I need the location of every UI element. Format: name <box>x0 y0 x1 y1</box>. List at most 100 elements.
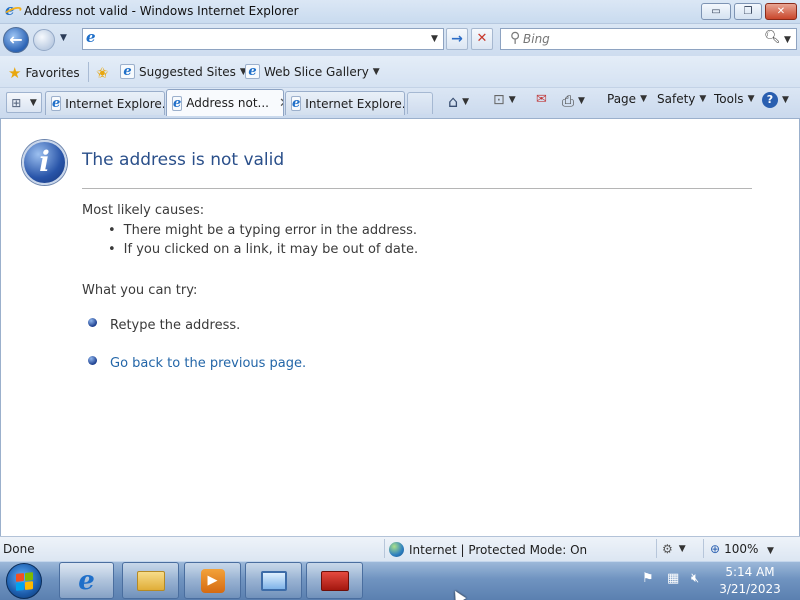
new-tab-button[interactable] <box>407 92 433 114</box>
back-button[interactable]: ← <box>3 27 29 53</box>
page-icon: e <box>51 96 62 111</box>
divider <box>384 539 385 558</box>
clock-time: 5:14 AM <box>725 565 775 579</box>
ie-logo-icon: e <box>3 1 23 20</box>
quick-tabs-button[interactable]: ⊞ ▼ <box>6 92 42 113</box>
page-icon: e <box>120 64 135 79</box>
page-icon: e <box>86 28 96 46</box>
chevron-down-icon: ▼ <box>372 66 380 77</box>
maximize-button[interactable]: ❐ <box>734 3 762 20</box>
tools-menu-button[interactable]: Tools ▼ <box>714 92 754 106</box>
clock-date: 3/21/2023 <box>719 582 781 596</box>
add-to-favorites-bar-button[interactable]: ✬ <box>96 64 109 82</box>
tab-1[interactable]: e Internet Explore... <box>45 91 165 115</box>
cause-item: If you clicked on a link, it may be out … <box>108 242 418 257</box>
bullet-icon <box>88 356 97 365</box>
chevron-down-icon: ▼ <box>640 94 647 104</box>
taskbar <box>0 561 800 600</box>
chevron-down-icon: ▼ <box>578 96 585 106</box>
action-center-flag-icon[interactable]: ⚑ <box>642 571 654 586</box>
change-status-bar-button[interactable]: ⚙ ▼ <box>662 542 686 556</box>
chevron-down-icon: ▼ <box>508 95 516 105</box>
go-back-link[interactable]: Go back to the previous page. <box>110 356 306 371</box>
help-button[interactable]: ? ▼ <box>762 92 789 108</box>
home-icon: ⌂ <box>448 92 459 111</box>
address-bar[interactable]: e ▼ <box>82 28 444 50</box>
info-icon: i <box>22 140 67 185</box>
divider <box>88 62 89 82</box>
internet-explorer-icon: e <box>78 565 95 596</box>
address-input[interactable] <box>103 31 423 47</box>
page-menu-button[interactable]: Page ▼ <box>607 92 647 106</box>
taskbar-internet-explorer[interactable]: e <box>59 562 114 599</box>
system-clock[interactable]: 5:14 AM 3/21/2023 <box>710 564 790 598</box>
suggested-sites-link[interactable]: e Suggested Sites ▼ <box>120 64 247 79</box>
page-icon: e <box>245 64 260 79</box>
chevron-down-icon: ▼ <box>699 94 707 104</box>
zoom-dropdown-icon[interactable]: ▼ <box>767 542 774 556</box>
folder-icon <box>136 570 165 591</box>
windows-logo-icon <box>15 571 33 591</box>
forward-button[interactable] <box>33 29 55 51</box>
printer-icon: ⎙ <box>562 92 575 110</box>
internet-zone-globe-icon <box>389 542 404 557</box>
retype-address-text: Retype the address. <box>110 318 241 333</box>
taskbar-media-player[interactable]: ▶ <box>184 562 241 599</box>
chevron-down-icon: ▼ <box>782 95 789 105</box>
start-button[interactable] <box>6 563 42 599</box>
go-button[interactable]: → <box>446 28 468 50</box>
taskbar-toolbox-app[interactable] <box>306 562 363 599</box>
minimize-button[interactable]: ▭ <box>701 3 731 20</box>
print-button[interactable]: ⎙ ▼ <box>562 92 585 110</box>
taskbar-windows-explorer[interactable] <box>122 562 179 599</box>
favorites-button[interactable]: ★ Favorites <box>8 64 80 82</box>
page-icon: e <box>172 95 183 111</box>
search-icon[interactable]: 🔍︎ <box>764 30 781 45</box>
safety-menu-label: Safety <box>657 92 696 106</box>
chevron-down-icon: ▼ <box>747 94 755 104</box>
tab-list-dropdown-icon[interactable]: ▼ <box>30 98 37 108</box>
home-button[interactable]: ⌂ ▼ <box>448 92 469 111</box>
help-icon: ? <box>762 92 778 108</box>
search-provider-icon: ⚲ <box>510 30 521 46</box>
divider <box>656 539 657 558</box>
network-icon[interactable]: ▦ <box>667 571 679 586</box>
page-icon: e <box>291 96 302 111</box>
rss-feed-icon: ⊡ <box>493 92 505 108</box>
favorites-star-icon: ★ <box>8 64 22 82</box>
window-title: Address not valid - Windows Internet Exp… <box>24 4 299 18</box>
volume-muted-icon[interactable]: 🔇︎ <box>691 571 699 586</box>
feeds-button[interactable]: ⊡ ▼ <box>493 92 516 108</box>
tab-label: Address not... <box>186 96 269 110</box>
protected-mode-icon: ⚙ <box>662 542 673 556</box>
safety-menu-button[interactable]: Safety ▼ <box>657 92 706 106</box>
tab-2-active[interactable]: e Address not... ✕ <box>166 89 284 116</box>
search-box[interactable] <box>500 28 797 50</box>
stop-button[interactable]: ✕ <box>471 28 493 50</box>
media-player-icon: ▶ <box>200 568 225 593</box>
causes-heading: Most likely causes: <box>82 203 205 218</box>
taskbar-remote-desktop[interactable] <box>245 562 302 599</box>
chevron-down-icon: ▼ <box>462 96 470 107</box>
web-slice-gallery-link[interactable]: e Web Slice Gallery ▼ <box>245 64 380 79</box>
search-options-dropdown-icon[interactable]: ▼ <box>784 35 791 45</box>
suggested-sites-label: Suggested Sites <box>139 64 236 79</box>
close-window-button[interactable]: ✕ <box>765 3 797 20</box>
recent-pages-dropdown-icon[interactable]: ▼ <box>60 33 67 43</box>
zoom-magnifier-icon: ⊕ <box>710 542 721 556</box>
cause-item: There might be a typing error in the add… <box>108 223 417 238</box>
close-tab-icon[interactable]: ✕ <box>279 96 283 111</box>
tab-label: Internet Explore... <box>305 96 405 111</box>
search-input[interactable] <box>523 31 763 47</box>
zoom-level: 100% <box>724 542 759 556</box>
divider <box>703 539 704 558</box>
address-dropdown-icon[interactable]: ▼ <box>431 34 438 44</box>
quick-tabs-icon: ⊞ <box>11 95 22 110</box>
security-zone[interactable]: Internet | Protected Mode: On <box>389 542 587 557</box>
read-mail-button[interactable]: ✉ <box>536 92 547 107</box>
zoom-button[interactable]: ⊕ 100% <box>710 542 758 556</box>
tab-label: Internet Explore... <box>65 96 165 111</box>
suggestions-heading: What you can try: <box>82 283 198 298</box>
tab-3[interactable]: e Internet Explore... <box>285 91 405 115</box>
bullet-icon <box>88 318 97 327</box>
